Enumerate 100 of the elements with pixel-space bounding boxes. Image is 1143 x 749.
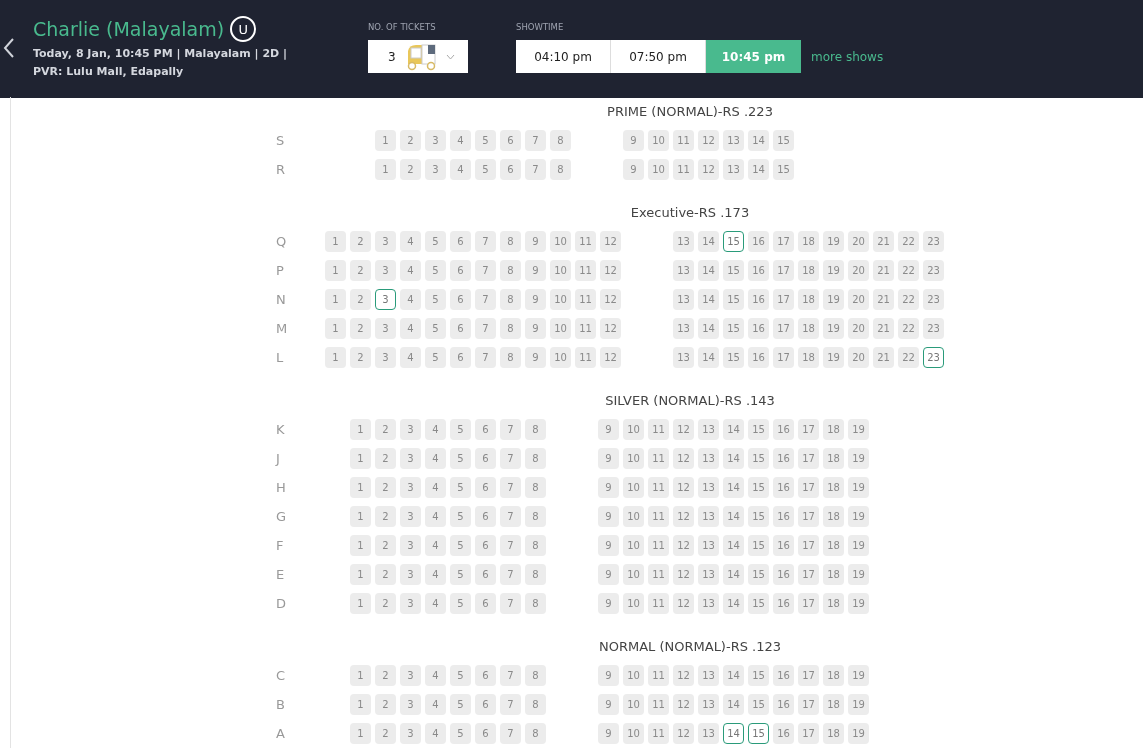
seat[interactable]: 6 xyxy=(450,318,471,339)
seat[interactable]: 9 xyxy=(598,419,619,440)
seat[interactable]: 20 xyxy=(848,318,869,339)
seat[interactable]: 13 xyxy=(698,535,719,556)
seat[interactable]: 8 xyxy=(525,694,546,715)
seat[interactable]: 3 xyxy=(400,448,421,469)
seat[interactable]: 18 xyxy=(798,347,819,368)
seat[interactable]: 11 xyxy=(648,477,669,498)
seat[interactable]: 9 xyxy=(598,506,619,527)
seat[interactable]: 18 xyxy=(823,665,844,686)
seat[interactable]: 6 xyxy=(450,289,471,310)
seat[interactable]: 13 xyxy=(673,347,694,368)
seat[interactable]: 21 xyxy=(873,318,894,339)
seat[interactable]: 4 xyxy=(425,477,446,498)
seat[interactable]: 5 xyxy=(450,419,471,440)
seat[interactable]: 5 xyxy=(450,477,471,498)
seat[interactable]: 4 xyxy=(450,159,471,180)
seat[interactable]: 11 xyxy=(575,231,596,252)
seat[interactable]: 14 xyxy=(723,593,744,614)
seat[interactable]: 2 xyxy=(400,130,421,151)
seat[interactable]: 2 xyxy=(375,593,396,614)
seat[interactable]: 5 xyxy=(475,159,496,180)
seat[interactable]: 1 xyxy=(350,506,371,527)
seat[interactable]: 4 xyxy=(425,593,446,614)
seat[interactable]: 11 xyxy=(673,130,694,151)
seat[interactable]: 9 xyxy=(525,318,546,339)
seat[interactable]: 16 xyxy=(773,419,794,440)
seat[interactable]: 6 xyxy=(475,448,496,469)
seat[interactable]: 16 xyxy=(773,535,794,556)
seat[interactable]: 4 xyxy=(425,564,446,585)
seat[interactable]: 11 xyxy=(648,419,669,440)
seat[interactable]: 3 xyxy=(400,564,421,585)
seat[interactable]: 17 xyxy=(798,665,819,686)
seat[interactable]: 17 xyxy=(773,318,794,339)
seat[interactable]: 17 xyxy=(798,593,819,614)
seat[interactable]: 21 xyxy=(873,260,894,281)
seat[interactable]: 20 xyxy=(848,260,869,281)
seat[interactable]: 3 xyxy=(400,694,421,715)
seat[interactable]: 11 xyxy=(648,723,669,744)
seat[interactable]: 9 xyxy=(623,159,644,180)
seat[interactable]: 15 xyxy=(723,347,744,368)
seat[interactable]: 1 xyxy=(350,564,371,585)
seat[interactable]: 15 xyxy=(748,477,769,498)
seat[interactable]: 6 xyxy=(500,159,521,180)
seat[interactable]: 19 xyxy=(848,477,869,498)
seat[interactable]: 11 xyxy=(575,347,596,368)
seat[interactable]: 14 xyxy=(723,665,744,686)
seat[interactable]: 8 xyxy=(525,448,546,469)
seat[interactable]: 2 xyxy=(400,159,421,180)
seat[interactable]: 19 xyxy=(848,506,869,527)
seat[interactable]: 13 xyxy=(673,231,694,252)
seat[interactable]: 8 xyxy=(525,665,546,686)
seat[interactable]: 14 xyxy=(698,289,719,310)
seat[interactable]: 5 xyxy=(450,448,471,469)
seat[interactable]: 21 xyxy=(873,231,894,252)
seat[interactable]: 6 xyxy=(475,477,496,498)
seat[interactable]: 4 xyxy=(400,289,421,310)
seat[interactable]: 10 xyxy=(623,448,644,469)
seat[interactable]: 14 xyxy=(698,347,719,368)
seat[interactable]: 2 xyxy=(350,347,371,368)
seat[interactable]: 3 xyxy=(400,419,421,440)
seat[interactable]: 13 xyxy=(673,289,694,310)
showtime-button[interactable]: 07:50 pm xyxy=(611,40,706,73)
seat[interactable]: 14 xyxy=(698,260,719,281)
seat[interactable]: 16 xyxy=(773,477,794,498)
seat[interactable]: 15 xyxy=(748,419,769,440)
back-icon[interactable] xyxy=(3,37,15,59)
seat[interactable]: 5 xyxy=(425,231,446,252)
seat[interactable]: 3 xyxy=(375,231,396,252)
seat[interactable]: 20 xyxy=(848,231,869,252)
seat[interactable]: 7 xyxy=(500,535,521,556)
more-shows-link[interactable]: more shows xyxy=(811,49,884,64)
seat[interactable]: 6 xyxy=(500,130,521,151)
seat[interactable]: 9 xyxy=(598,723,619,744)
seat[interactable]: 1 xyxy=(350,448,371,469)
seat[interactable]: 6 xyxy=(475,665,496,686)
seat[interactable]: 13 xyxy=(723,159,744,180)
seat[interactable]: 10 xyxy=(648,130,669,151)
seat[interactable]: 7 xyxy=(500,419,521,440)
seat[interactable]: 13 xyxy=(698,564,719,585)
seat[interactable]: 18 xyxy=(823,506,844,527)
showtime-button[interactable]: 10:45 pm xyxy=(706,40,801,73)
seat[interactable]: 2 xyxy=(350,260,371,281)
seat[interactable]: 15 xyxy=(748,665,769,686)
seat[interactable]: 2 xyxy=(375,448,396,469)
seat[interactable]: 18 xyxy=(823,723,844,744)
seat[interactable]: 1 xyxy=(375,130,396,151)
seat[interactable]: 17 xyxy=(798,694,819,715)
seat[interactable]: 4 xyxy=(425,535,446,556)
seat[interactable]: 17 xyxy=(798,419,819,440)
seat[interactable]: 18 xyxy=(823,477,844,498)
seat[interactable]: 8 xyxy=(550,159,571,180)
seat[interactable]: 2 xyxy=(375,694,396,715)
seat[interactable]: 12 xyxy=(673,506,694,527)
seat[interactable]: 3 xyxy=(400,535,421,556)
seat[interactable]: 15 xyxy=(748,506,769,527)
seat[interactable]: 7 xyxy=(475,347,496,368)
seat[interactable]: 6 xyxy=(450,260,471,281)
seat[interactable]: 8 xyxy=(525,564,546,585)
seat[interactable]: 10 xyxy=(550,231,571,252)
